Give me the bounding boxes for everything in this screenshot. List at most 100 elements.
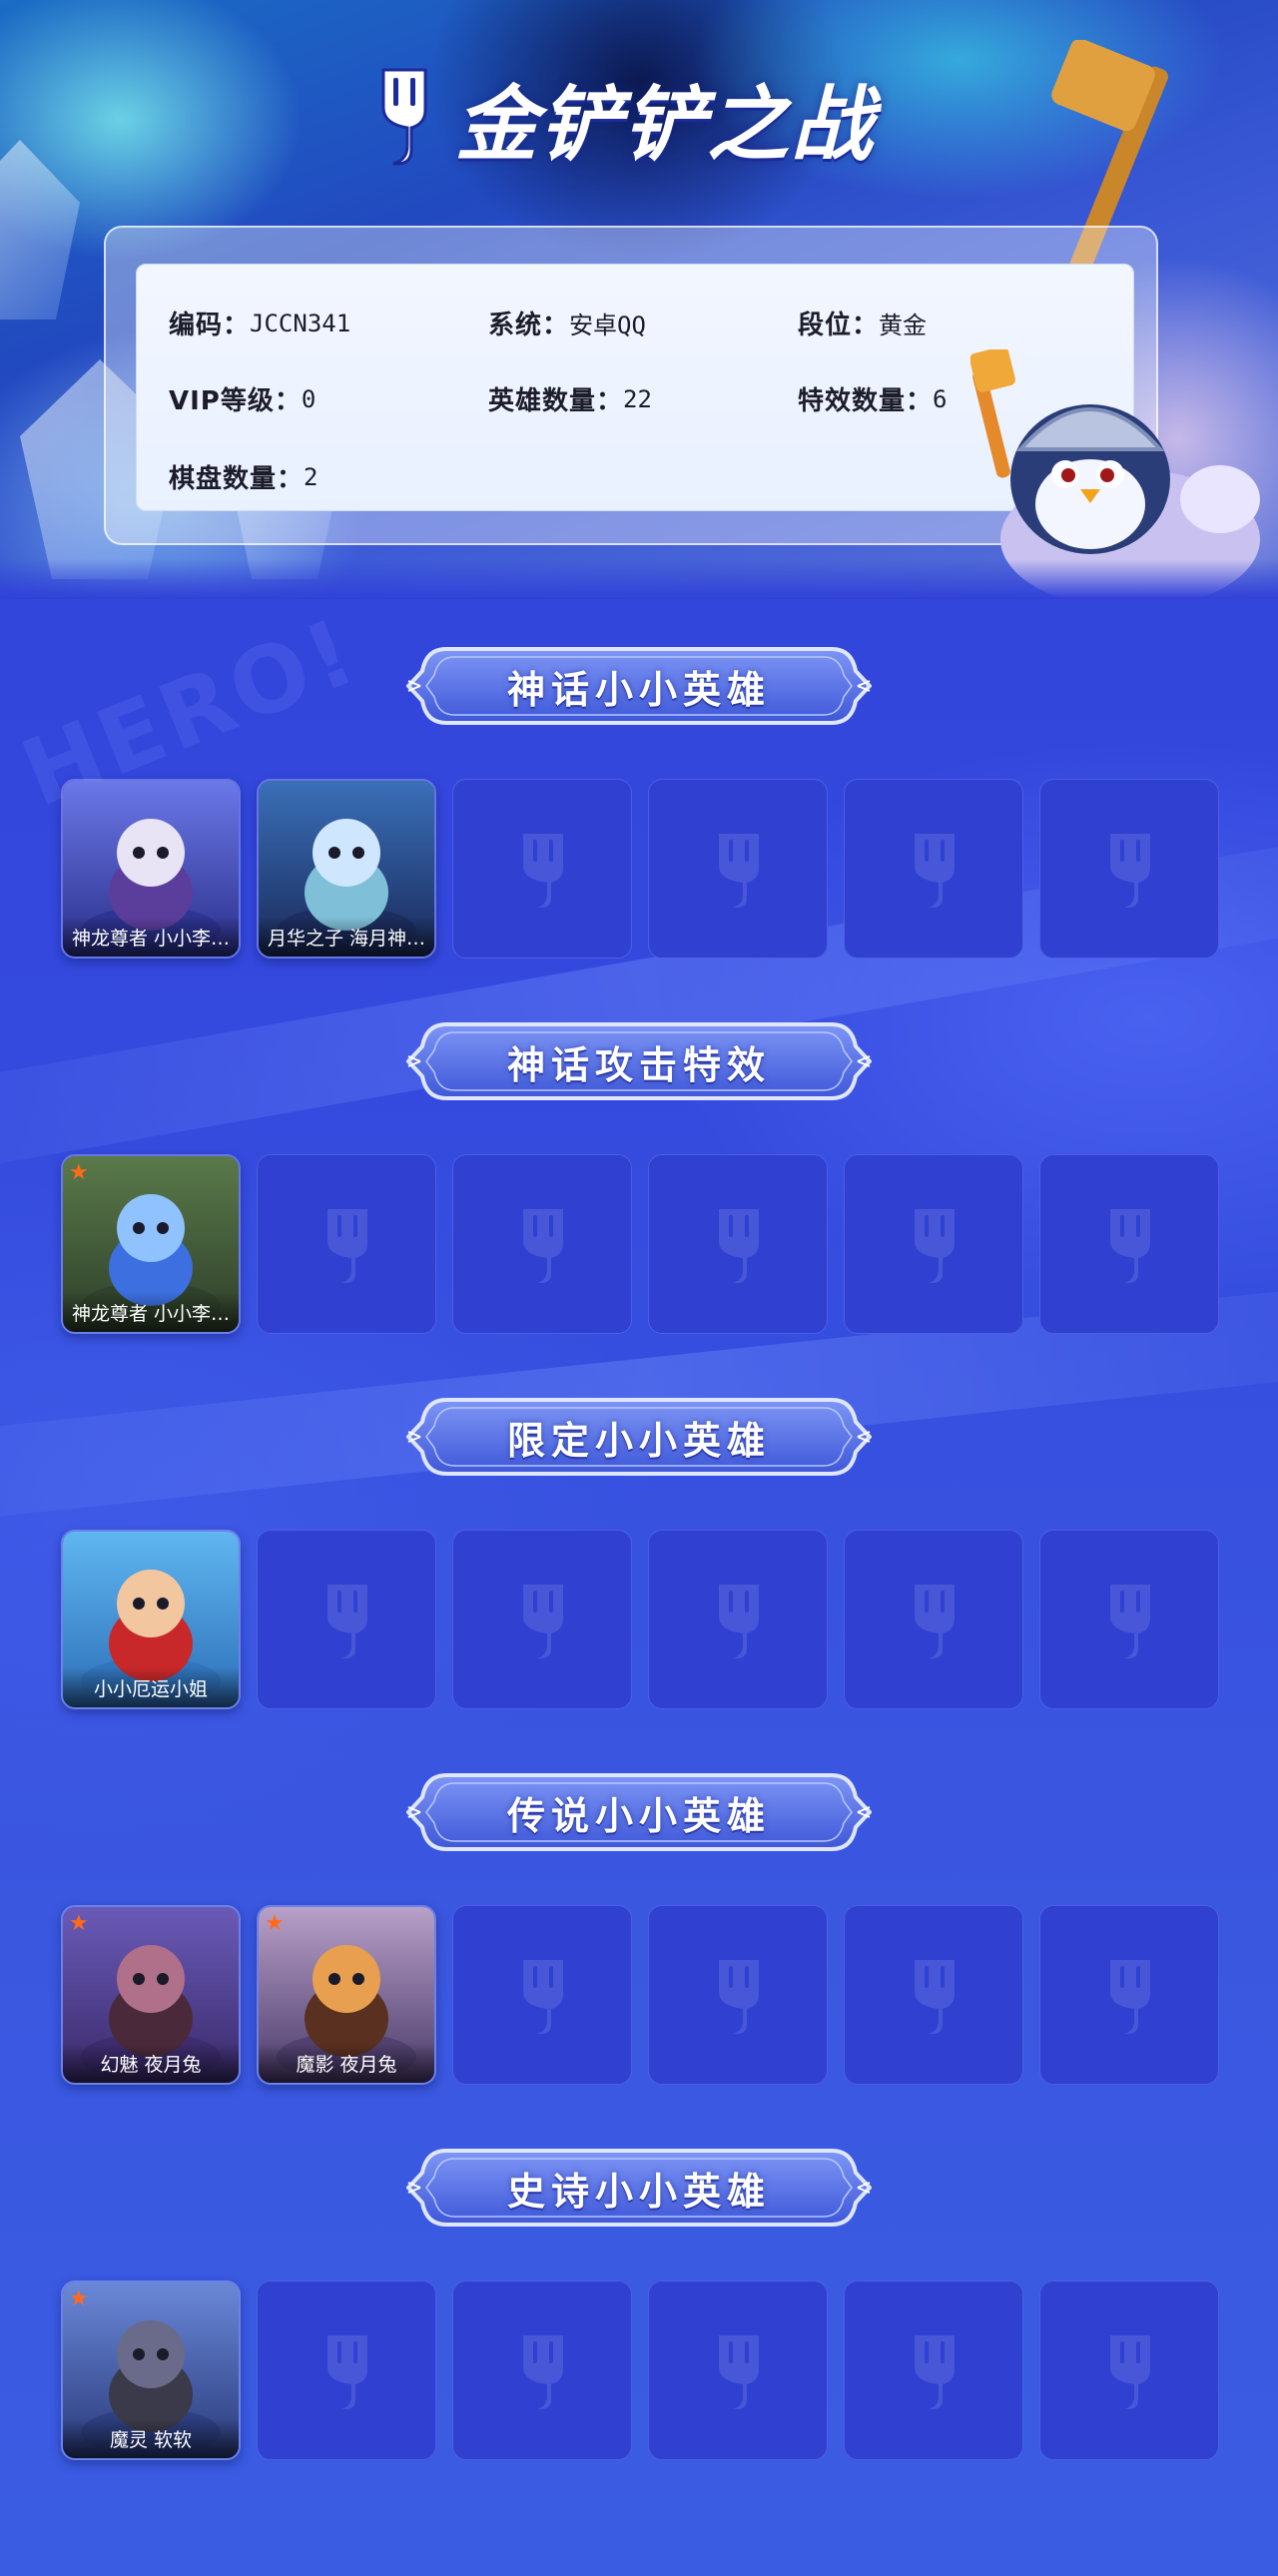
empty-collection-slot — [844, 1154, 1023, 1334]
empty-collection-slot — [844, 1905, 1023, 2085]
empty-slot-spatula-icon — [523, 1960, 563, 2034]
star-badge-icon: ★ — [265, 1911, 285, 1936]
collection-item-card[interactable]: ★ 神龙尊者 小小李… — [61, 1154, 241, 1334]
section-title-text: 传说小小英雄 — [506, 1793, 771, 1838]
empty-slot-spatula-icon — [1110, 1960, 1150, 2034]
section-title-text: 史诗小小英雄 — [506, 2169, 771, 2214]
empty-collection-slot — [1039, 779, 1219, 959]
collection-item-name: 神龙尊者 小小李… — [63, 1292, 239, 1332]
section-title: 神话小小英雄 — [406, 641, 872, 731]
crystal-decoration — [0, 140, 80, 320]
star-badge-icon: ★ — [69, 1160, 89, 1185]
collection-item-name: 神龙尊者 小小李… — [63, 917, 239, 957]
empty-slot-spatula-icon — [327, 1209, 367, 1283]
collection-item-card[interactable]: 小小厄运小姐 — [61, 1530, 241, 1709]
empty-collection-slot — [452, 1154, 632, 1334]
star-badge-icon: ★ — [69, 2286, 89, 2311]
empty-slot-spatula-icon — [327, 2335, 367, 2409]
info-effect-count: 特效数量： 6 — [798, 380, 947, 417]
empty-slot-spatula-icon — [915, 2335, 955, 2409]
empty-collection-slot — [452, 1530, 632, 1709]
info-rank-value: 黄金 — [879, 312, 928, 339]
empty-slot-spatula-icon — [523, 1585, 563, 1658]
empty-slot-spatula-icon — [523, 1209, 563, 1283]
collection-item-name: 魔影 夜月兔 — [259, 2043, 434, 2083]
game-title: 金铲铲之战 — [455, 77, 875, 173]
info-hero-count-value: 22 — [623, 384, 652, 413]
collection-item-name: 幻魅 夜月兔 — [63, 2043, 239, 2083]
collection-item-card[interactable]: ★ 魔灵 软软 — [61, 2280, 241, 2460]
empty-collection-slot — [1039, 2280, 1219, 2460]
info-board-count-label: 棋盘数量： — [169, 464, 305, 494]
empty-collection-slot — [1039, 1530, 1219, 1709]
info-board-count: 棋盘数量： 2 — [169, 458, 318, 495]
empty-slot-spatula-icon — [719, 2335, 759, 2409]
empty-slot-spatula-icon — [1110, 1585, 1150, 1658]
info-hero-count-label: 英雄数量： — [488, 386, 624, 416]
empty-slot-spatula-icon — [1110, 834, 1150, 908]
collection-item-name: 小小厄运小姐 — [63, 1667, 239, 1707]
section-title-text: 神话攻击特效 — [506, 1042, 771, 1087]
info-vip-label: VIP等级： — [169, 386, 302, 416]
empty-collection-slot — [648, 779, 828, 959]
empty-collection-slot — [844, 1530, 1023, 1709]
info-rank: 段位： 黄金 — [798, 305, 927, 341]
section-title: 限定小小英雄 — [406, 1392, 872, 1482]
info-vip: VIP等级： 0 — [169, 380, 316, 417]
empty-slot-spatula-icon — [719, 1960, 759, 2034]
collection-item-card[interactable]: 月华之子 海月神… — [257, 779, 436, 959]
empty-collection-slot — [257, 2280, 436, 2460]
star-badge-icon: ★ — [69, 1911, 89, 1936]
empty-collection-slot — [452, 1905, 632, 2085]
empty-slot-spatula-icon — [719, 1209, 759, 1283]
empty-slot-spatula-icon — [719, 834, 759, 908]
collection-item-card[interactable]: 神龙尊者 小小李… — [61, 779, 241, 959]
empty-collection-slot — [452, 779, 632, 959]
empty-slot-spatula-icon — [327, 1585, 367, 1658]
info-vip-value: 0 — [301, 384, 317, 413]
empty-collection-slot — [844, 2280, 1023, 2460]
section-title-text: 限定小小英雄 — [506, 1418, 771, 1463]
empty-collection-slot — [452, 2280, 632, 2460]
section-title: 史诗小小英雄 — [406, 2143, 872, 2233]
collection-item-card[interactable]: ★ 幻魅 夜月兔 — [61, 1905, 241, 2085]
info-board-count-value: 2 — [304, 462, 319, 491]
info-effect-count-label: 特效数量： — [798, 386, 934, 416]
info-code: 编码： JCCN341 — [169, 305, 350, 341]
info-system: 系统： 安卓QQ — [488, 305, 646, 341]
empty-collection-slot — [257, 1154, 436, 1334]
empty-collection-slot — [257, 1530, 436, 1709]
empty-slot-spatula-icon — [915, 834, 955, 908]
empty-collection-slot — [648, 1530, 828, 1709]
empty-slot-spatula-icon — [915, 1209, 955, 1283]
info-hero-count: 英雄数量： 22 — [488, 380, 652, 417]
empty-slot-spatula-icon — [523, 834, 563, 908]
collection-item-name: 月华之子 海月神… — [259, 917, 434, 957]
section-title: 神话攻击特效 — [406, 1016, 872, 1106]
empty-slot-spatula-icon — [1110, 2335, 1150, 2409]
info-system-value: 安卓QQ — [569, 312, 646, 339]
empty-collection-slot — [648, 1154, 828, 1334]
info-code-label: 编码： — [169, 311, 251, 340]
empty-collection-slot — [1039, 1905, 1219, 2085]
info-system-label: 系统： — [488, 311, 570, 340]
empty-slot-spatula-icon — [523, 2335, 563, 2409]
header-banner: 金铲铲之战 编码： JCCN341 系统： 安卓QQ 段位： 黄金 VIP等级：… — [0, 0, 1278, 599]
game-logo: 金铲铲之战 — [369, 62, 875, 173]
info-code-value: JCCN341 — [250, 309, 351, 337]
empty-collection-slot — [844, 779, 1023, 959]
banner-fade — [0, 559, 1278, 599]
empty-slot-spatula-icon — [915, 1960, 955, 2034]
empty-collection-slot — [1039, 1154, 1219, 1334]
info-rank-label: 段位： — [798, 311, 880, 340]
empty-slot-spatula-icon — [719, 1585, 759, 1658]
collection-item-card[interactable]: ★ 魔影 夜月兔 — [257, 1905, 436, 2085]
empty-slot-spatula-icon — [1110, 1209, 1150, 1283]
info-effect-count-value: 6 — [933, 384, 948, 413]
empty-collection-slot — [648, 1905, 828, 2085]
collection-item-name: 魔灵 软软 — [63, 2418, 239, 2458]
empty-slot-spatula-icon — [915, 1585, 955, 1658]
empty-collection-slot — [648, 2280, 828, 2460]
spatula-logo-icon — [381, 68, 427, 166]
section-title: 传说小小英雄 — [406, 1767, 872, 1857]
